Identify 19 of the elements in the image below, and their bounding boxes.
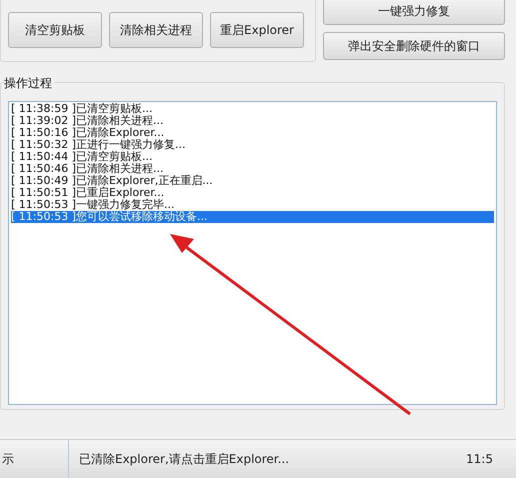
status-label: 示 <box>0 440 69 478</box>
log-entry[interactable]: [ 11:50:51 ]已重启Explorer... <box>11 187 494 199</box>
group-title: 操作过程 <box>4 75 55 92</box>
action-button[interactable]: 清空剪贴板 <box>8 12 102 48</box>
action-button[interactable]: 重启Explorer <box>210 12 304 48</box>
log-entry[interactable]: [ 11:50:16 ]已清除Explorer... <box>11 127 494 139</box>
action-button[interactable]: 弹出安全删除硬件的窗口 <box>323 32 505 60</box>
log-entry[interactable]: [ 11:50:44 ]已清空剪贴板... <box>11 151 494 163</box>
log-entry[interactable]: [ 11:50:53 ]一键强力修复完毕... <box>11 199 494 211</box>
status-message: 已清除Explorer,请点击重启Explorer... <box>78 450 290 468</box>
action-button[interactable]: 清除相关进程 <box>109 12 203 48</box>
log-entry[interactable]: [ 11:50:32 ]正进行一键强力修复... <box>11 139 494 151</box>
action-button[interactable]: 一键强力修复 <box>323 0 505 25</box>
log-entry[interactable]: [ 11:39:02 ]已清除相关进程... <box>11 115 494 127</box>
log-entry[interactable]: [ 11:50:46 ]已清除相关进程... <box>11 163 494 175</box>
log-entry[interactable]: [ 11:50:53 ]您可以尝试移除移动设备... <box>11 211 494 223</box>
log-entry[interactable]: [ 11:38:59 ]已清空剪贴板... <box>11 103 494 115</box>
log-entry[interactable]: [ 11:50:49 ]已清除Explorer,正在重启... <box>11 175 494 187</box>
status-time: 11:5 <box>465 452 494 466</box>
